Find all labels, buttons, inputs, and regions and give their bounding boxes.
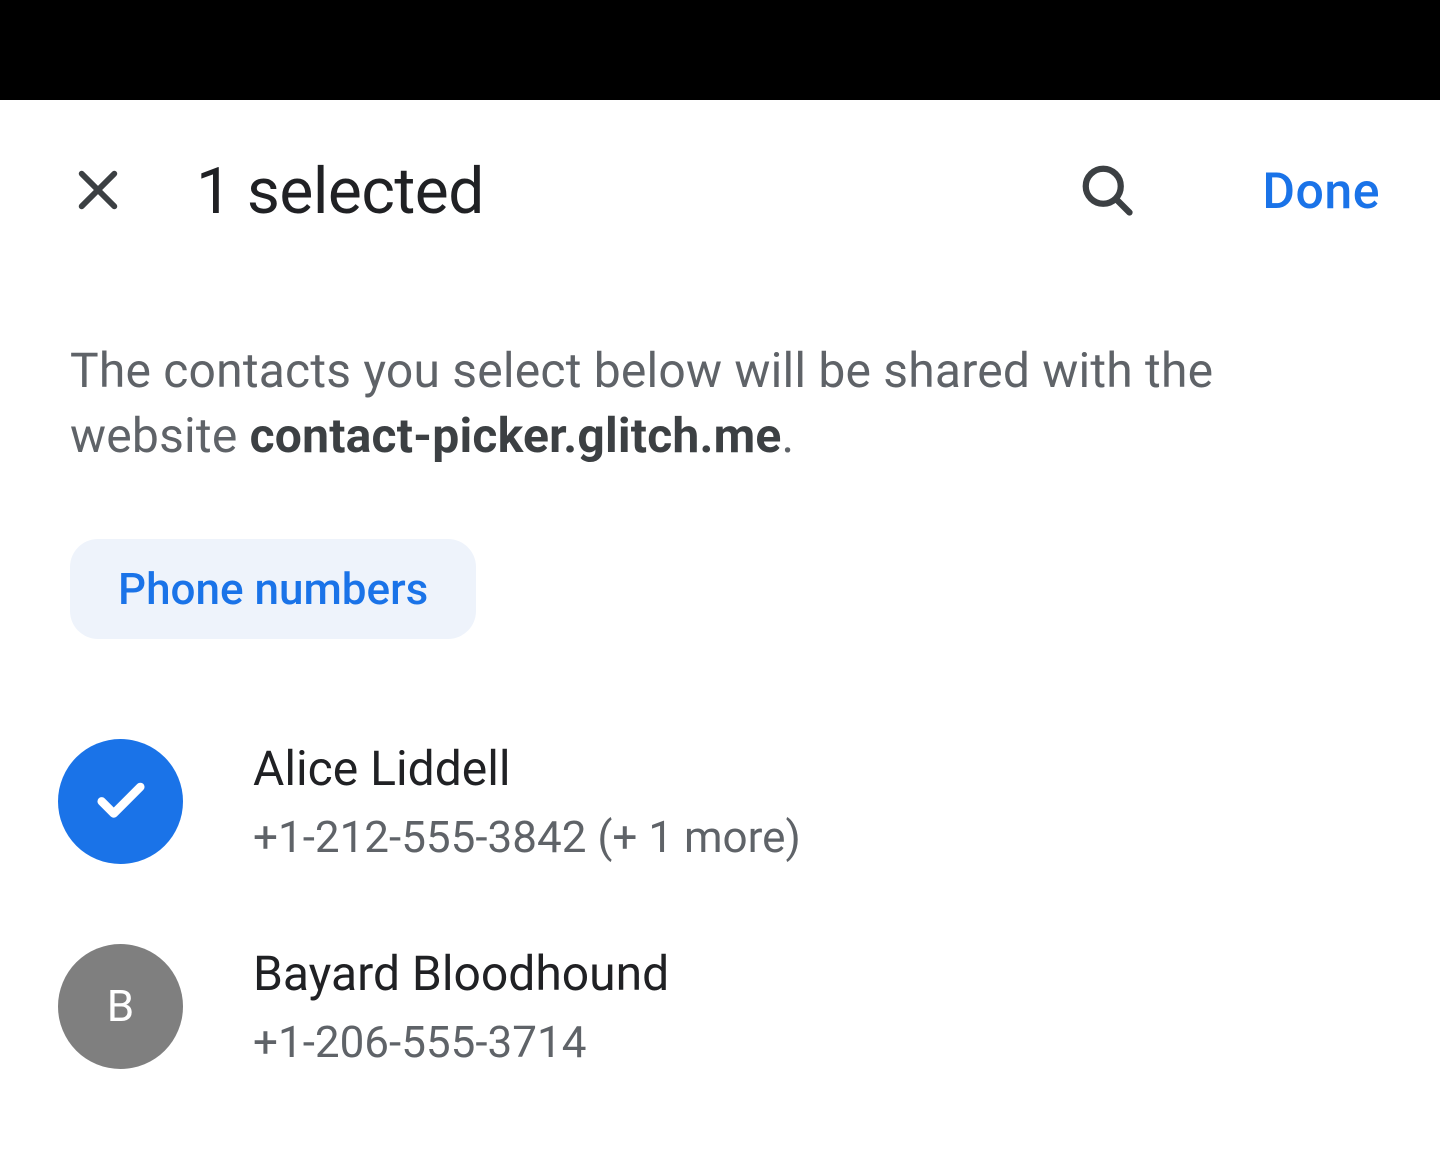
contact-name: Alice Liddell — [253, 740, 801, 797]
search-button[interactable] — [1077, 160, 1137, 224]
close-button[interactable] — [70, 162, 126, 222]
contact-detail: +1-212-555-3842 (+ 1 more) — [253, 811, 801, 863]
status-bar — [0, 0, 1440, 100]
selection-count-title: 1 selected — [196, 154, 1007, 229]
contact-name: Bayard Bloodhound — [253, 945, 669, 1002]
share-description: The contacts you select below will be sh… — [0, 269, 1440, 469]
contact-info: Bayard Bloodhound +1-206-555-3714 — [253, 945, 669, 1068]
phone-numbers-chip[interactable]: Phone numbers — [70, 539, 476, 639]
contact-detail: +1-206-555-3714 — [253, 1016, 669, 1068]
contact-item[interactable]: Alice Liddell +1-212-555-3842 (+ 1 more) — [58, 719, 1370, 924]
close-icon — [70, 162, 126, 222]
contact-info: Alice Liddell +1-212-555-3842 (+ 1 more) — [253, 740, 801, 863]
avatar-selected — [58, 739, 183, 864]
check-icon — [92, 770, 150, 832]
done-button[interactable]: Done — [1262, 163, 1380, 221]
description-suffix: . — [782, 407, 795, 464]
avatar-initial: B — [58, 944, 183, 1069]
contact-item[interactable]: B Bayard Bloodhound +1-206-555-3714 — [58, 924, 1370, 1129]
description-domain: contact-picker.glitch.me — [250, 407, 782, 464]
contact-picker-sheet: 1 selected Done The contacts you select … — [0, 100, 1440, 1129]
chip-row: Phone numbers — [0, 469, 1440, 639]
contact-list: Alice Liddell +1-212-555-3842 (+ 1 more)… — [0, 639, 1440, 1129]
header: 1 selected Done — [0, 100, 1440, 269]
search-icon — [1077, 160, 1137, 224]
